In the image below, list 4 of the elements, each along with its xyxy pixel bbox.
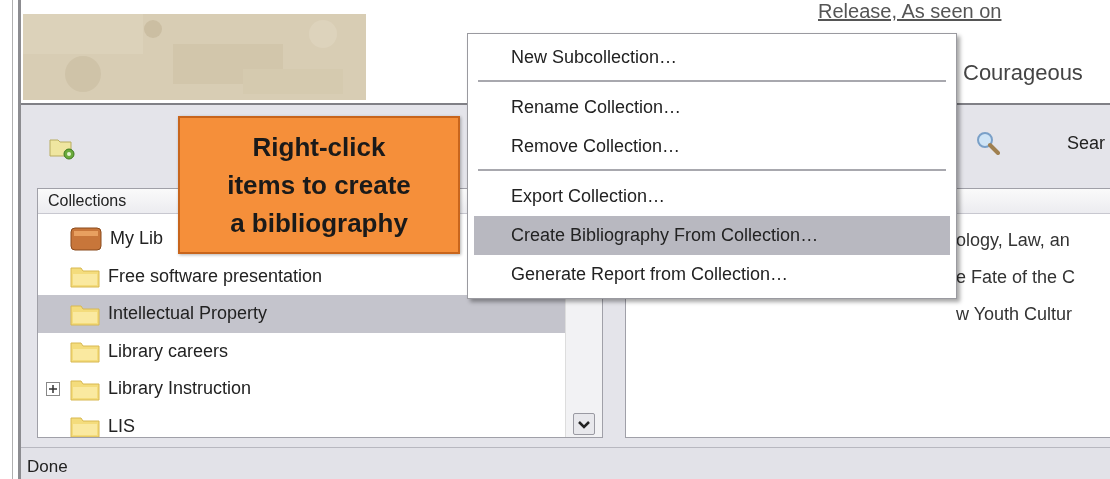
- callout-note: Right-click items to create a bibliography: [178, 116, 460, 254]
- status-text: Done: [27, 457, 68, 477]
- search-label: Sear: [1067, 133, 1106, 154]
- headline-text: Courageous: [963, 60, 1083, 86]
